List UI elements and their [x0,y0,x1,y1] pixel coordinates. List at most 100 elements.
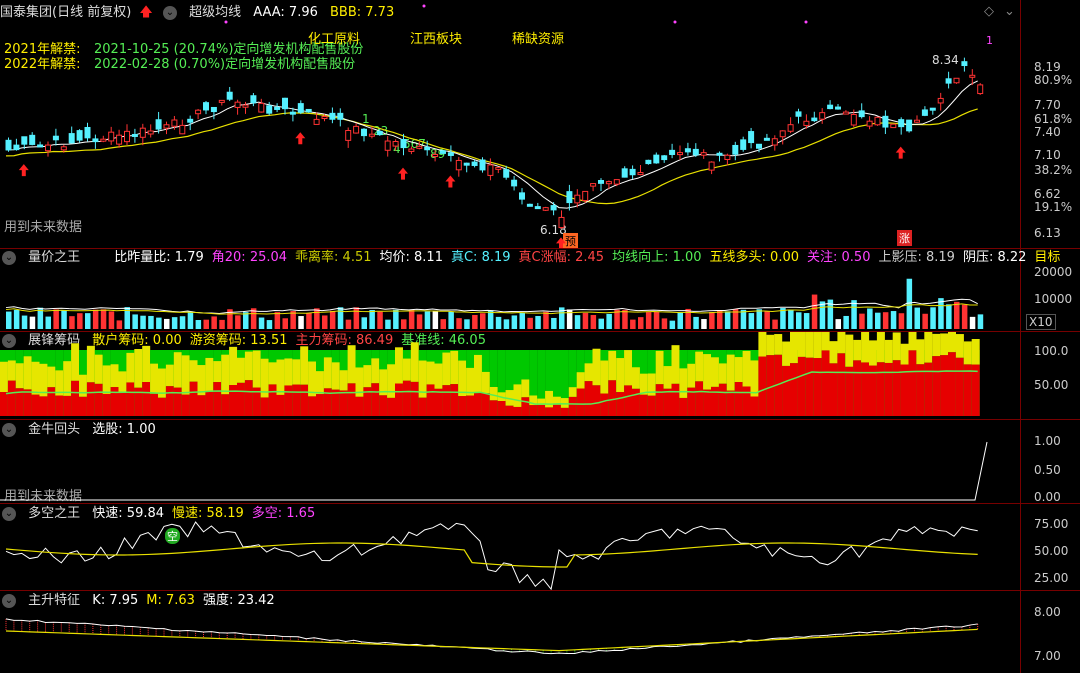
candle[interactable] [590,183,597,187]
candle[interactable] [242,104,249,108]
candle[interactable] [550,205,557,211]
candle[interactable] [716,152,723,156]
candle[interactable] [108,131,115,142]
candle[interactable] [534,206,541,210]
candle[interactable] [937,97,944,104]
candle[interactable] [629,168,636,176]
candle[interactable] [471,161,478,166]
candle[interactable] [645,159,652,165]
candlestick-chart[interactable] [0,0,1020,248]
candle[interactable] [953,77,960,84]
candle[interactable] [519,192,525,200]
candle[interactable] [929,107,936,111]
candle[interactable] [819,112,826,120]
candle[interactable] [84,126,91,139]
candle[interactable] [432,154,439,158]
candle[interactable] [503,169,510,178]
candle[interactable] [890,123,897,129]
candle[interactable] [945,78,952,84]
candle[interactable] [558,216,565,229]
candle[interactable] [961,61,968,67]
candle[interactable] [842,111,849,115]
candle[interactable] [37,144,44,148]
candle[interactable] [171,119,178,127]
candle[interactable] [827,104,834,110]
candle[interactable] [305,108,312,113]
volume-chart[interactable] [0,249,1020,331]
candle[interactable] [76,130,83,141]
candle[interactable] [700,152,707,156]
rise-feature-chart[interactable] [0,591,1020,673]
candle[interactable] [384,140,391,151]
candle[interactable] [613,179,620,185]
candle[interactable] [13,144,20,151]
candle[interactable] [321,116,328,120]
candle[interactable] [258,102,265,113]
candle[interactable] [898,119,905,128]
candle[interactable] [684,148,691,153]
candle[interactable] [653,154,660,164]
candle[interactable] [795,111,802,117]
candle[interactable] [124,130,130,143]
candle[interactable] [155,119,162,130]
candle[interactable] [226,91,233,100]
candle[interactable] [661,155,668,161]
candle[interactable] [455,159,462,171]
chip-distribution-chart[interactable] [0,332,1020,419]
candle[interactable] [187,118,194,123]
candle[interactable] [116,134,123,145]
candle[interactable] [779,130,786,138]
candle[interactable] [874,116,881,126]
candle[interactable] [337,112,344,120]
candle[interactable] [297,103,304,113]
candle[interactable] [368,133,375,137]
candle[interactable] [353,125,360,134]
candle[interactable] [210,106,217,113]
candle[interactable] [250,95,257,104]
candle[interactable] [487,164,494,176]
candle[interactable] [100,138,107,142]
candle[interactable] [677,152,683,156]
candle[interactable] [29,134,36,145]
candle[interactable] [424,146,431,151]
candle[interactable] [392,141,399,147]
candle[interactable] [582,190,589,202]
candle[interactable] [914,119,920,123]
candle[interactable] [495,166,502,170]
candle[interactable] [345,130,352,141]
candle[interactable] [708,161,715,171]
candle[interactable] [866,120,873,127]
candle[interactable] [850,113,857,126]
candle[interactable] [440,150,446,154]
candle[interactable] [921,109,928,116]
candle[interactable] [376,130,383,136]
candle[interactable] [511,179,518,187]
candle[interactable] [131,133,138,137]
candle[interactable] [203,102,209,111]
candle[interactable] [361,128,367,137]
candle[interactable] [21,136,28,145]
candle[interactable] [139,127,146,138]
candle[interactable] [858,110,865,118]
candle[interactable] [60,146,67,151]
candle[interactable] [447,152,454,156]
candle[interactable] [740,139,747,150]
bull-signal-chart[interactable] [0,420,1020,502]
candle[interactable] [732,144,739,155]
candle[interactable] [289,111,296,115]
candle[interactable] [282,97,288,110]
candle[interactable] [811,117,818,122]
candle[interactable] [147,130,154,135]
candle[interactable] [274,106,281,110]
candle[interactable] [266,105,273,114]
candle[interactable] [748,131,755,144]
candle[interactable] [882,115,889,128]
candle[interactable] [598,180,604,184]
candle[interactable] [724,154,731,161]
candle[interactable] [45,144,51,152]
candle[interactable] [637,172,644,176]
candle[interactable] [479,159,486,171]
candle[interactable] [771,138,778,146]
candle[interactable] [756,143,762,149]
candle[interactable] [195,109,202,115]
